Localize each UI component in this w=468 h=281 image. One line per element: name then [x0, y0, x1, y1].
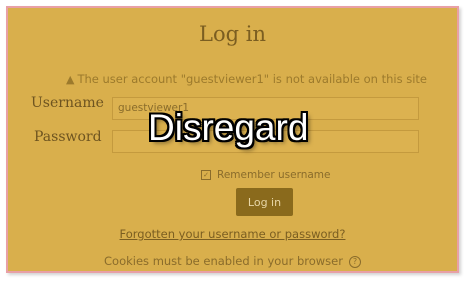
username-field[interactable]: guestviewer1 — [112, 97, 419, 120]
forgot-password-text[interactable]: Forgotten your username or password? — [120, 227, 346, 241]
warning-triangle-icon: ▲ — [66, 73, 75, 86]
password-field[interactable] — [112, 130, 419, 153]
remember-username[interactable]: ✓ Remember username — [201, 169, 330, 181]
password-label: Password — [34, 129, 102, 145]
login-panel: Log in ▲ The user account "guestviewer1" … — [6, 6, 459, 273]
cookies-note-text: Cookies must be enabled in your browser — [104, 254, 343, 268]
remember-label: Remember username — [217, 169, 331, 181]
page-title: Log in — [199, 22, 266, 46]
login-button[interactable]: Log in — [236, 188, 293, 216]
remember-checkbox[interactable]: ✓ — [201, 170, 211, 180]
forgot-password-link[interactable]: Forgotten your username or password? — [8, 227, 457, 241]
help-circle-icon[interactable]: ? — [348, 255, 361, 268]
username-label: Username — [31, 95, 104, 111]
account-warning: ▲ The user account "guestviewer1" is not … — [66, 72, 427, 86]
warning-text: The user account "guestviewer1" is not a… — [77, 72, 428, 86]
cookies-note: Cookies must be enabled in your browser? — [8, 254, 457, 268]
